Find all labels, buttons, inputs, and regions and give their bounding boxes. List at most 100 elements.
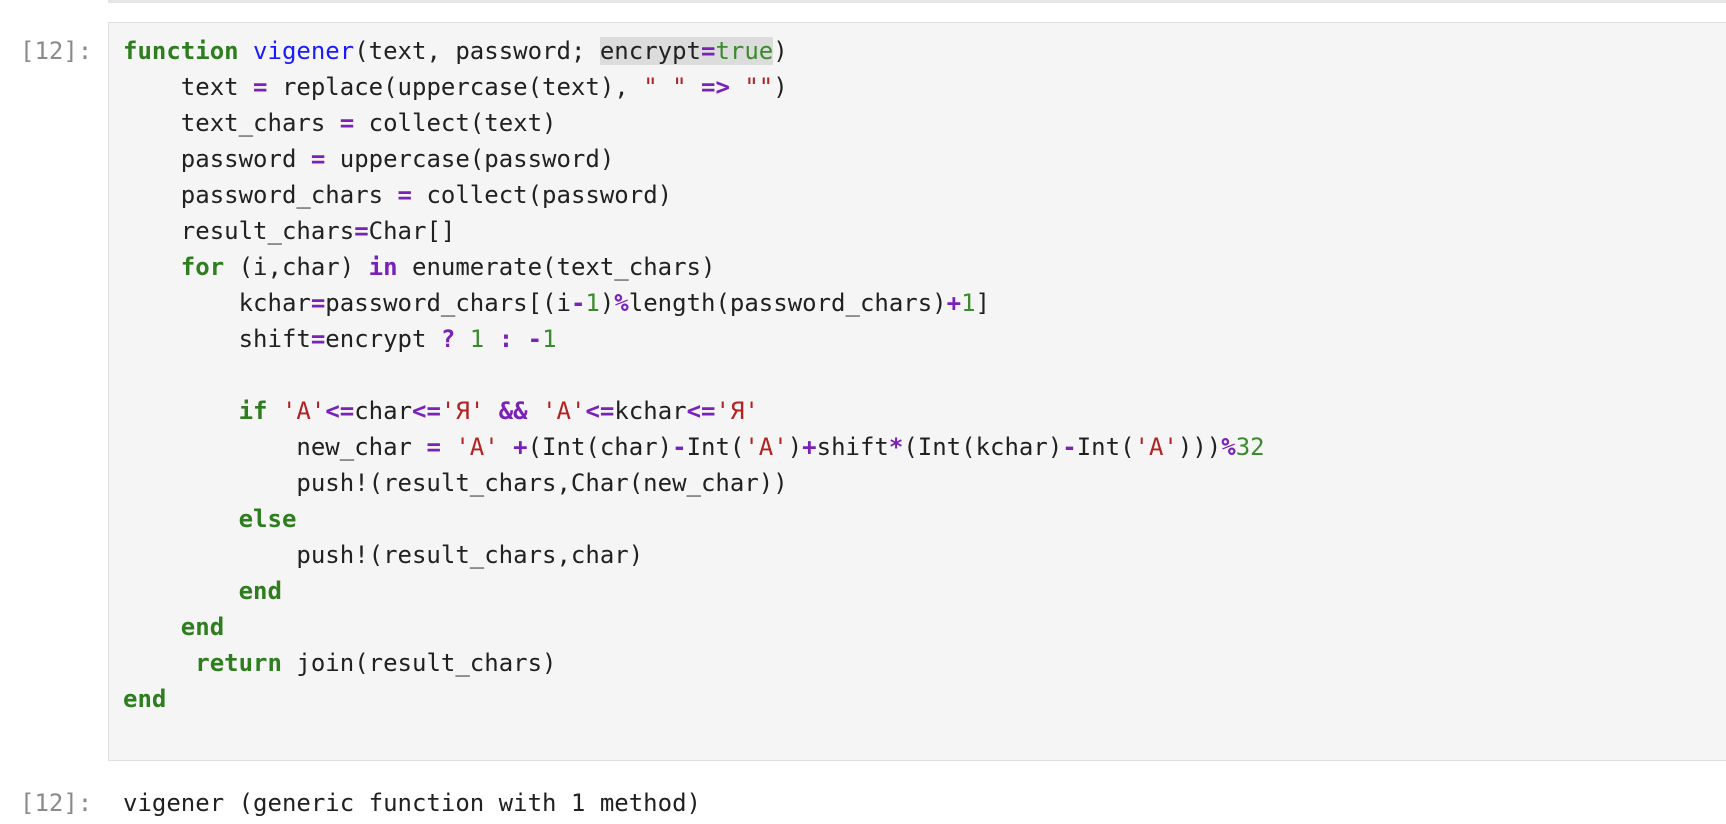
code-token: kchar <box>123 289 311 317</box>
code-line: end <box>123 573 1265 609</box>
code-token: ) <box>787 433 803 461</box>
code-token: "" <box>744 73 774 101</box>
code-token: vigener <box>253 37 355 65</box>
code-token: = <box>397 181 412 209</box>
code-token: function <box>123 37 239 65</box>
code-line: push!(result_chars,Char(new_char)) <box>123 465 1265 501</box>
code-token: new_char <box>123 433 427 461</box>
code-block[interactable]: function vigener(text, password; encrypt… <box>123 33 1265 717</box>
code-token: 'А' <box>281 397 326 425</box>
code-token: end <box>180 613 225 641</box>
output-prompt: [12]: <box>20 789 93 817</box>
code-token: replace(uppercase(text), <box>267 73 644 101</box>
code-line: new_char = 'А' +(Int(char)-Int('А')+shif… <box>123 429 1265 465</box>
code-token: <= <box>686 397 716 425</box>
code-token: ] <box>975 289 990 317</box>
code-token: push!(result_chars,char) <box>123 541 644 569</box>
code-token: && <box>498 397 528 425</box>
code-line: result_chars=Char[] <box>123 213 1265 249</box>
code-token: encrypt <box>599 37 701 65</box>
code-line: text = replace(uppercase(text), " " => "… <box>123 69 1265 105</box>
code-token: end <box>238 577 282 605</box>
code-token: % <box>614 289 629 317</box>
code-token: kchar <box>614 397 687 425</box>
code-token: 'Я' <box>715 397 759 425</box>
code-token: 1 <box>469 325 485 353</box>
code-line: password_chars = collect(password) <box>123 177 1265 213</box>
code-line: end <box>123 681 1265 717</box>
code-token: enumerate(text_chars) <box>397 253 716 281</box>
code-token: <= <box>585 397 615 425</box>
code-token: uppercase(password) <box>325 145 615 173</box>
code-token: return <box>195 649 282 677</box>
code-token: text <box>123 73 254 101</box>
code-token: * <box>888 433 904 461</box>
code-token: password_chars <box>123 181 398 209</box>
code-token: - <box>672 433 687 461</box>
code-token: (i,char) <box>224 253 369 281</box>
code-token: : <box>498 325 514 353</box>
code-token: => <box>701 73 730 101</box>
code-token: = <box>310 145 326 173</box>
code-token: if <box>238 397 268 425</box>
code-token: ) <box>599 289 615 317</box>
code-token: result_chars <box>123 217 355 245</box>
code-token: ) <box>773 73 788 101</box>
code-token: 'А' <box>1134 433 1178 461</box>
code-token: char <box>354 397 413 425</box>
code-token: 1 <box>542 325 557 353</box>
code-line: shift=encrypt ? 1 : -1 <box>123 321 1265 357</box>
code-token: 32 <box>1235 433 1265 461</box>
code-token: = <box>310 325 326 353</box>
code-token: text_chars <box>123 109 340 137</box>
code-token: in <box>368 253 398 281</box>
code-token: encrypt <box>325 325 441 353</box>
code-line: password = uppercase(password) <box>123 141 1265 177</box>
code-token: for <box>180 253 225 281</box>
input-prompt: [12]: <box>20 37 93 65</box>
code-token: Int( <box>1076 433 1135 461</box>
code-token: shift <box>123 325 311 353</box>
code-token: true <box>715 37 774 65</box>
code-line: function vigener(text, password; encrypt… <box>123 33 1265 69</box>
code-token: + <box>946 289 962 317</box>
code-token: shift <box>816 433 889 461</box>
code-token: = <box>354 217 369 245</box>
code-token: <= <box>325 397 355 425</box>
code-line: return join(result_chars) <box>123 645 1265 681</box>
code-token: length(password_chars) <box>628 289 947 317</box>
code-token: collect(password) <box>412 181 673 209</box>
code-token: = <box>253 73 268 101</box>
code-line: end <box>123 609 1265 645</box>
code-token: 1 <box>961 289 976 317</box>
code-line: if 'А'<=char<='Я' && 'А'<=kchar<='Я' <box>123 393 1265 429</box>
code-token: push!(result_chars,Char(new_char)) <box>123 469 788 497</box>
code-token: (Int(char) <box>527 433 673 461</box>
code-token: (Int(kchar) <box>903 433 1063 461</box>
code-token: ) <box>773 37 788 65</box>
code-token: password_chars[(i <box>325 289 571 317</box>
code-line: kchar=password_chars[(i- 1)%length(passwo… <box>123 285 1265 321</box>
code-token: 'Я' <box>440 397 485 425</box>
code-token: - <box>527 325 543 353</box>
code-token: " " <box>643 73 687 101</box>
code-token: + <box>513 433 528 461</box>
code-token: - <box>570 289 586 317</box>
code-line: push!(result_chars,char) <box>123 537 1265 573</box>
code-token: % <box>1221 433 1236 461</box>
code-token: = <box>310 289 326 317</box>
